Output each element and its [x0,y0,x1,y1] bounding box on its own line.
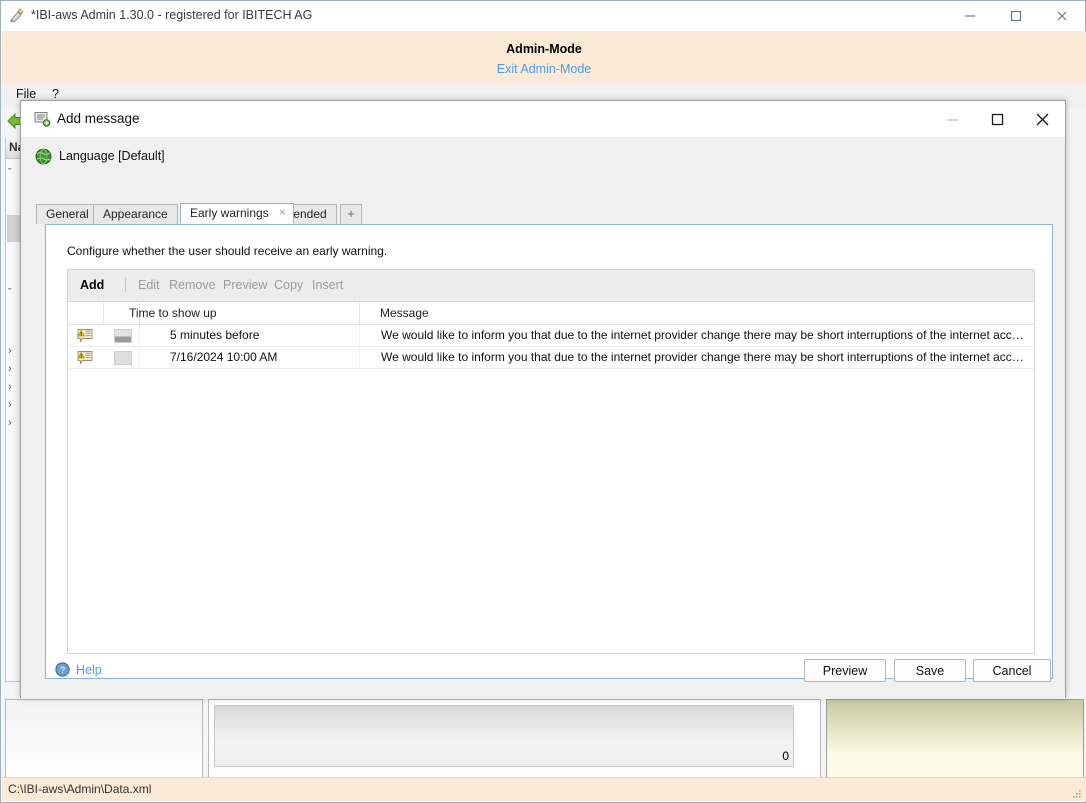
tree-chevron-icon[interactable]: › [8,417,12,429]
table-row[interactable]: 5 minutes before We would like to inform… [68,325,1034,347]
pen-document-icon [9,8,25,24]
tab-label: General [46,207,89,221]
cell-time-to-show-up: 7/16/2024 10:00 AM [170,350,278,364]
button-label: Cancel [992,663,1032,678]
cell-message: We would like to inform you that due to … [381,328,1026,342]
statusbar: C:\IBI-aws\Admin\Data.xml [2,777,1086,801]
background-center-panel: 0 [208,699,821,779]
cell-time-to-show-up: 5 minutes before [170,328,260,342]
maximize-icon[interactable] [993,1,1039,31]
background-grid-total: 0 [782,749,789,763]
tab-label: Appearance [103,207,168,221]
add-message-icon [34,111,51,127]
preview-button[interactable]: Preview [804,659,886,682]
column-divider[interactable] [103,302,104,325]
insert-button[interactable]: Insert [312,278,343,292]
tree-chevron-icon[interactable]: ˇ [8,287,12,299]
minimize-icon[interactable] [930,101,975,137]
close-icon[interactable] [1020,101,1065,137]
exit-admin-mode-link[interactable]: Exit Admin-Mode [2,62,1086,76]
help-icon: ? [55,662,70,677]
language-label: Language [Default] [59,149,165,163]
tree-chevron-icon[interactable]: ˇ [8,167,12,179]
warning-message-icon [77,328,94,344]
background-grid: 0 [214,705,794,767]
statusbar-path: C:\IBI-aws\Admin\Data.xml [8,782,152,796]
tree-chevron-icon[interactable]: › [8,345,12,357]
early-warnings-grid-container: Add Edit Remove Preview Copy Insert Time… [67,269,1035,654]
dialog-tabstrip: General Appearance Early warnings × Exte… [36,203,1052,224]
save-button[interactable]: Save [894,659,966,682]
panel-description: Configure whether the user should receiv… [67,244,388,258]
resize-grip-icon[interactable] [1071,787,1083,799]
dialog-titlebar: Add message [21,101,1065,137]
dialog-footer: ? Help Preview Save Cancel [21,643,1065,699]
cell-divider [359,347,360,369]
close-icon[interactable]: × [279,207,285,219]
add-tab-button[interactable]: + [340,204,362,224]
background-right-panel [826,699,1084,779]
maximize-icon[interactable] [975,101,1020,137]
column-divider[interactable] [359,302,360,325]
menu-item-help[interactable]: ? [52,87,59,101]
remove-button[interactable]: Remove [169,278,216,292]
background-left-panel [5,699,203,779]
cell-divider [359,325,360,347]
app-titlebar: *IBI-aws Admin 1.30.0 - registered for I… [1,1,1085,31]
column-header-message[interactable]: Message [380,306,429,320]
screen-root: *IBI-aws Admin 1.30.0 - registered for I… [0,0,1086,803]
tab-label: Early warnings [190,206,269,220]
tree-chevron-icon[interactable]: › [8,363,12,375]
button-label: Save [915,663,945,678]
admin-mode-banner: Admin-Mode Exit Admin-Mode [2,31,1086,83]
menu-item-file[interactable]: File [16,87,36,101]
cancel-button[interactable]: Cancel [973,659,1051,682]
help-link[interactable]: ? Help [55,662,102,677]
edit-button[interactable]: Edit [138,278,160,292]
status-chip [114,351,132,365]
copy-button[interactable]: Copy [274,278,303,292]
dialog-body: Language [Default] General Appearance Ea… [21,137,1065,699]
status-chip [114,329,132,343]
globe-icon [35,148,52,165]
minimize-icon[interactable] [947,1,993,31]
tab-appearance[interactable]: Appearance [93,204,178,224]
add-button[interactable]: Add [80,278,104,292]
preview-button[interactable]: Preview [223,278,267,292]
language-selector[interactable]: Language [Default] [35,146,165,166]
grid-toolbar: Add Edit Remove Preview Copy Insert [68,270,1034,302]
close-icon[interactable] [1039,1,1085,31]
toolbar-separator [125,277,126,292]
svg-text:?: ? [60,665,65,675]
admin-mode-title: Admin-Mode [506,42,582,56]
warning-message-icon [77,350,94,366]
cell-message: We would like to inform you that due to … [381,350,1026,364]
app-title: *IBI-aws Admin 1.30.0 - registered for I… [31,8,313,22]
column-header-time[interactable]: Time to show up [129,306,217,320]
add-message-dialog: Add message Language [Default] General A… [20,100,1066,699]
app-window-controls [947,1,1085,31]
button-label: Preview [822,663,868,678]
table-row[interactable]: 7/16/2024 10:00 AM We would like to info… [68,347,1034,369]
tab-early-warnings[interactable]: Early warnings × [180,203,294,224]
early-warnings-panel: Configure whether the user should receiv… [45,224,1053,679]
cell-divider [139,325,140,347]
dialog-title: Add message [57,111,140,126]
tree-chevron-icon[interactable]: › [8,381,12,393]
help-label[interactable]: Help [76,663,102,677]
tab-general[interactable]: General [36,204,99,224]
cell-divider [139,347,140,369]
tree-chevron-icon[interactable]: › [8,399,12,411]
dialog-window-controls [930,101,1065,137]
grid-header-row: Time to show up Message [68,302,1034,325]
